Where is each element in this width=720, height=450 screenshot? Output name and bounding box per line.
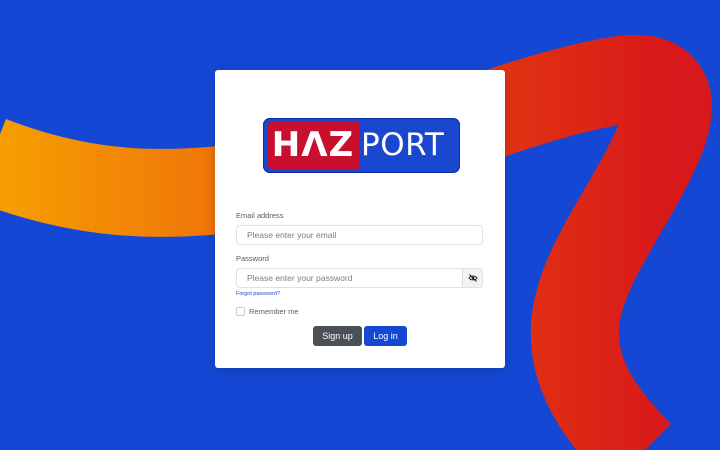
log-in-button[interactable]: Log in <box>364 326 407 346</box>
remember-me-row[interactable]: Remember me <box>236 307 299 316</box>
email-label: Email address <box>236 211 284 220</box>
sign-up-button[interactable]: Sign up <box>313 326 362 346</box>
hazport-logo: HΛZ PORT <box>263 118 460 173</box>
logo-red-block: HΛZ <box>267 122 359 169</box>
password-field[interactable] <box>236 268 463 288</box>
password-label: Password <box>236 254 269 263</box>
eye-slash-icon <box>467 274 478 282</box>
logo-text-port: PORT <box>361 127 445 163</box>
toggle-password-visibility-button[interactable] <box>462 268 483 288</box>
remember-me-checkbox[interactable] <box>236 307 245 316</box>
login-page: HΛZ PORT Email address Password Forgot p… <box>0 0 720 450</box>
password-group <box>236 268 483 288</box>
email-field[interactable] <box>236 225 483 245</box>
forgot-password-link[interactable]: Forgot password? <box>236 291 280 297</box>
logo-text-haz: HΛZ <box>271 125 355 165</box>
login-card: HΛZ PORT Email address Password Forgot p… <box>215 70 505 368</box>
remember-me-label: Remember me <box>249 307 299 316</box>
